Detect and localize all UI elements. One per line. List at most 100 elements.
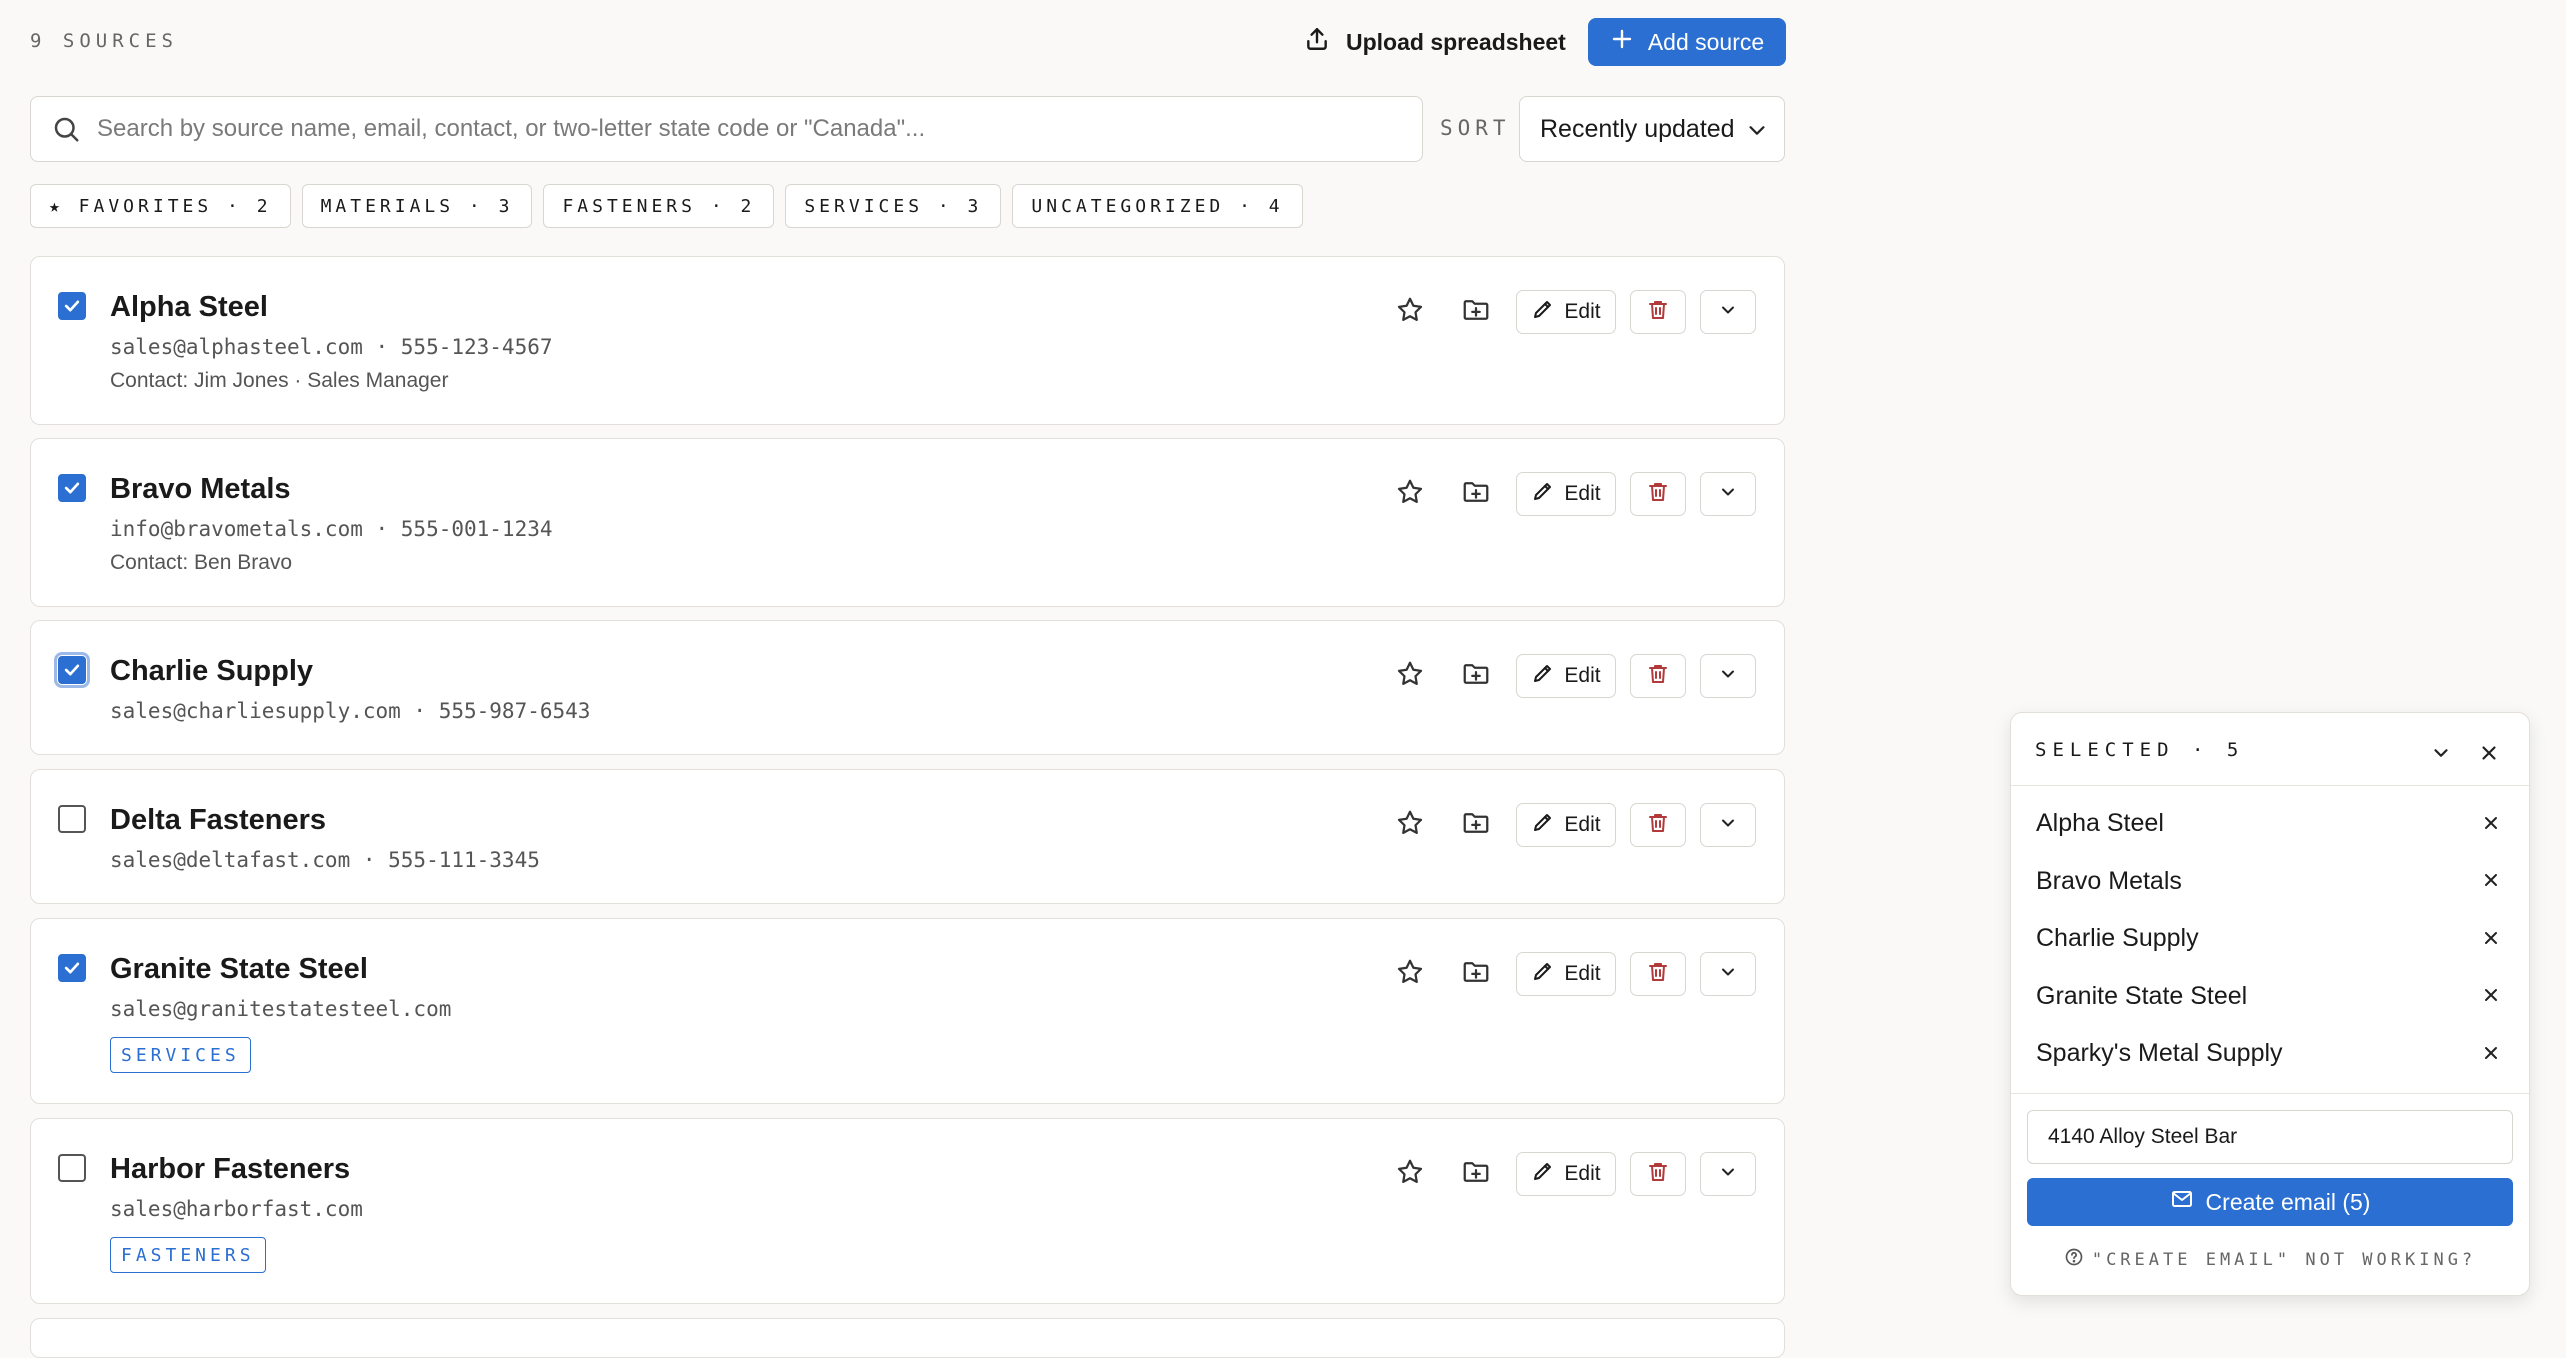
pencil-icon [1531, 297, 1555, 327]
add-source-button[interactable]: Add source [1588, 18, 1786, 66]
move-to-category-button[interactable] [1456, 805, 1496, 845]
delete-button[interactable] [1630, 803, 1686, 847]
source-checkbox[interactable] [58, 954, 86, 982]
delete-button[interactable] [1630, 1152, 1686, 1196]
selected-item-name: Charlie Supply [2036, 924, 2199, 952]
edit-button[interactable]: Edit [1516, 952, 1616, 996]
source-name: Alpha Steel [110, 291, 268, 323]
panel-divider [2011, 1093, 2529, 1094]
favorite-button[interactable] [1390, 292, 1430, 332]
search-box [30, 96, 1423, 162]
remove-selected-button[interactable] [2471, 920, 2511, 960]
move-to-category-button[interactable] [1456, 292, 1496, 332]
chip-favorites[interactable]: ★ FAVORITES · 2 [30, 184, 291, 228]
selected-item: Charlie Supply [2011, 912, 2529, 970]
favorite-button[interactable] [1390, 1154, 1430, 1194]
source-card-delta-fasteners: Delta Fasteners sales@deltafast.com · 55… [30, 769, 1785, 904]
trash-icon [1646, 298, 1670, 327]
source-actions: Edit [1390, 472, 1756, 516]
edit-label: Edit [1564, 664, 1601, 687]
source-card-alpha-steel: Alpha Steel sales@alphasteel.com · 555-1… [30, 256, 1785, 425]
edit-label: Edit [1564, 962, 1601, 985]
sort-label: SORT [1440, 116, 1511, 140]
delete-button[interactable] [1630, 654, 1686, 698]
source-card-harbor-fasteners: Harbor Fasteners sales@harborfast.com FA… [30, 1118, 1785, 1304]
chip-services[interactable]: SERVICES · 3 [785, 184, 1002, 228]
delete-button[interactable] [1630, 290, 1686, 334]
trash-icon [1646, 480, 1670, 509]
edit-button[interactable]: Edit [1516, 472, 1616, 516]
create-email-help-link[interactable]: "CREATE EMAIL" NOT WORKING? [2011, 1247, 2529, 1272]
expand-button[interactable] [1700, 472, 1756, 516]
favorite-button[interactable] [1390, 474, 1430, 514]
add-source-label: Add source [1647, 28, 1765, 55]
upload-spreadsheet-button[interactable]: Upload spreadsheet [1292, 18, 1578, 66]
pencil-icon [1531, 661, 1555, 691]
edit-label: Edit [1564, 482, 1601, 505]
remove-selected-button[interactable] [2471, 1035, 2511, 1075]
expand-button[interactable] [1700, 803, 1756, 847]
folder-plus-icon [1461, 295, 1491, 330]
remove-selected-button[interactable] [2471, 805, 2511, 845]
move-to-category-button[interactable] [1456, 954, 1496, 994]
remove-selected-button[interactable] [2471, 978, 2511, 1018]
chevron-down-icon [1718, 300, 1738, 325]
favorite-button[interactable] [1390, 954, 1430, 994]
source-checkbox[interactable] [58, 1154, 86, 1182]
expand-button[interactable] [1700, 290, 1756, 334]
source-contact: Contact: Ben Bravo [110, 551, 293, 574]
selected-item-name: Alpha Steel [2036, 809, 2164, 837]
source-email-phone: sales@alphasteel.com · 555-123-4567 [110, 335, 553, 359]
mail-icon [2170, 1187, 2194, 1217]
chip-materials[interactable]: MATERIALS · 3 [301, 184, 533, 228]
sort-select[interactable]: Recently updated [1519, 96, 1785, 162]
trash-icon [1646, 811, 1670, 840]
create-email-button[interactable]: Create email (5) [2027, 1178, 2513, 1226]
source-email-phone: sales@deltafast.com · 555-111-3345 [110, 848, 540, 872]
source-actions: Edit [1390, 290, 1756, 334]
edit-button[interactable]: Edit [1516, 654, 1616, 698]
expand-button[interactable] [1700, 1152, 1756, 1196]
search-input[interactable] [95, 114, 1399, 144]
source-email-phone: sales@charliesupply.com · 555-987-6543 [110, 699, 591, 723]
upload-icon [1304, 26, 1330, 58]
favorite-button[interactable] [1390, 805, 1430, 845]
pencil-icon [1531, 1159, 1555, 1189]
email-subject-input[interactable] [2028, 1111, 2490, 1163]
favorite-button[interactable] [1390, 656, 1430, 696]
delete-button[interactable] [1630, 952, 1686, 996]
source-checkbox[interactable] [58, 805, 86, 833]
move-to-category-button[interactable] [1456, 656, 1496, 696]
edit-button[interactable]: Edit [1516, 290, 1616, 334]
move-to-category-button[interactable] [1456, 474, 1496, 514]
chip-fasteners[interactable]: FASTENERS · 2 [543, 184, 775, 228]
create-email-help-label: "CREATE EMAIL" NOT WORKING? [2091, 1249, 2477, 1270]
source-name: Bravo Metals [110, 473, 291, 505]
close-icon [2481, 870, 2501, 895]
expand-button[interactable] [1700, 654, 1756, 698]
remove-selected-button[interactable] [2471, 863, 2511, 903]
chip-uncategorized[interactable]: UNCATEGORIZED · 4 [1012, 184, 1303, 228]
source-email-phone: sales@granitestatesteel.com [110, 997, 452, 1021]
source-card-partial [30, 1318, 1785, 1358]
source-count: 9 SOURCES [30, 30, 178, 52]
edit-button[interactable]: Edit [1516, 803, 1616, 847]
close-panel-button[interactable] [2469, 735, 2509, 775]
chevron-down-icon [2430, 742, 2452, 769]
source-checkbox[interactable] [58, 292, 86, 320]
source-checkbox[interactable] [58, 474, 86, 502]
chevron-down-icon [1746, 119, 1768, 141]
collapse-panel-button[interactable] [2421, 735, 2461, 775]
source-contact: Contact: Jim Jones · Sales Manager [110, 369, 449, 392]
edit-label: Edit [1564, 1162, 1601, 1185]
close-icon [2481, 928, 2501, 953]
category-tag: FASTENERS [110, 1237, 266, 1273]
chevron-down-icon [1718, 482, 1738, 507]
folder-plus-icon [1461, 659, 1491, 694]
expand-button[interactable] [1700, 952, 1756, 996]
delete-button[interactable] [1630, 472, 1686, 516]
move-to-category-button[interactable] [1456, 1154, 1496, 1194]
edit-button[interactable]: Edit [1516, 1152, 1616, 1196]
chevron-down-icon [1718, 813, 1738, 838]
source-checkbox[interactable] [54, 652, 90, 688]
